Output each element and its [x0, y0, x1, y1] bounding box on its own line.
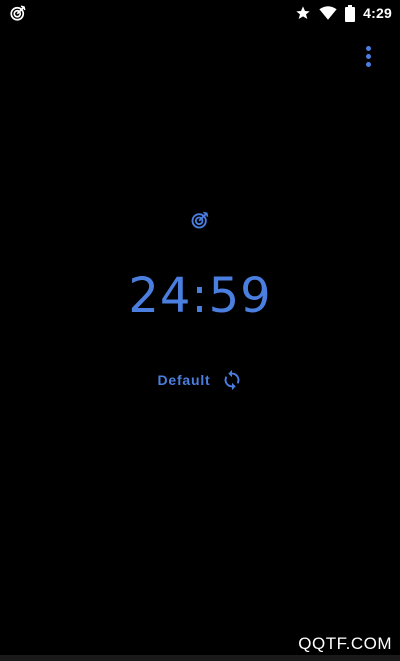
status-right-group: 4:29 — [295, 3, 392, 23]
menu-dot — [365, 53, 371, 59]
battery-icon — [345, 4, 356, 22]
menu-dot — [365, 45, 371, 51]
target-icon[interactable] — [190, 210, 210, 230]
status-time: 4:29 — [363, 5, 392, 21]
timer-display[interactable]: 24:59 — [0, 268, 400, 324]
app-screen: 4:29 24:59 Default QQTF.COM — [0, 0, 400, 661]
watermark-text: QQTF.COM — [298, 634, 392, 653]
refresh-icon[interactable] — [221, 369, 243, 391]
menu-dot — [365, 61, 371, 67]
status-bar: 4:29 — [0, 0, 400, 26]
target-notification-icon — [10, 5, 26, 21]
wifi-icon — [319, 6, 337, 20]
bottom-divider — [0, 655, 400, 661]
preset-label[interactable]: Default — [157, 372, 210, 388]
more-vert-icon[interactable] — [356, 42, 380, 70]
star-icon — [296, 6, 310, 19]
preset-row: Default — [0, 368, 400, 392]
